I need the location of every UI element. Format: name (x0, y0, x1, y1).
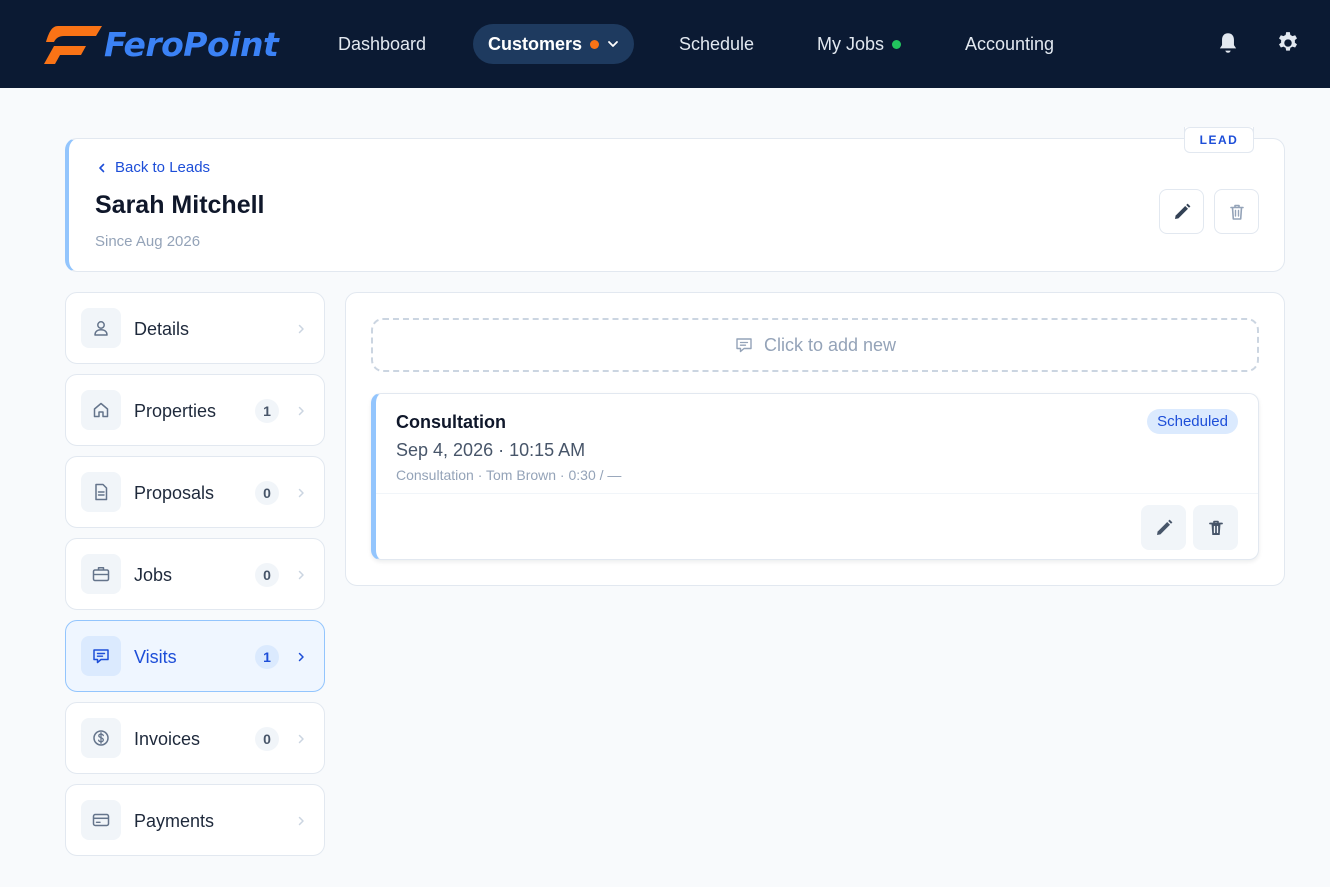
sidebar-icon-box (81, 390, 121, 430)
sidebar-item-label: Properties (134, 401, 217, 421)
brand-logo[interactable]: FeroPoint (44, 24, 279, 64)
sidebar-item-label: Visits (134, 647, 177, 667)
sidebar-icon-box (81, 308, 121, 348)
sidebar-icon-box (81, 636, 121, 676)
sidebar-item-details[interactable]: Details (65, 292, 325, 364)
brand-name: FeroPoint (104, 24, 279, 64)
sidebar-item-label: Payments (134, 811, 215, 831)
visit-datetime: Sep 4, 2026 · 10:15 AM (396, 440, 586, 460)
pencil-icon (1174, 203, 1190, 219)
nav-accounting-label: Accounting (965, 33, 1055, 54)
nav-dashboard-label: Dashboard (338, 33, 427, 54)
sidebar-item-jobs[interactable]: Jobs 0 (65, 538, 325, 610)
nav-my-jobs-status-dot (892, 39, 902, 49)
chevron-right-icon (298, 488, 304, 498)
back-link-label: Back to Leads (115, 159, 211, 176)
sidebar-icon-box (81, 554, 121, 594)
chevron-right-icon (298, 816, 304, 826)
bell-icon[interactable] (1215, 30, 1241, 56)
lead-status-badge: LEAD (1184, 127, 1254, 153)
visit-card[interactable]: Consultation Scheduled Sep 4, 2026 · 10:… (371, 393, 1259, 560)
chat-icon (736, 338, 752, 353)
nav-my-jobs-label: My Jobs (817, 33, 885, 54)
brand-logo-mark-icon (44, 26, 102, 64)
nav-schedule[interactable]: Schedule (664, 24, 769, 64)
nav-customers[interactable]: Customers (473, 24, 634, 64)
sidebar-item-label: Jobs (134, 565, 173, 585)
add-new-label: Click to add new (763, 334, 897, 355)
chevron-right-icon (298, 406, 304, 416)
sidebar-icon-box (81, 718, 121, 758)
chevron-down-icon (608, 41, 618, 47)
briefcase-icon (92, 567, 110, 582)
sidebar-item-label: Invoices (134, 729, 201, 749)
document-icon (95, 483, 108, 501)
add-new-visit-button[interactable]: Click to add new (371, 318, 1259, 372)
sidebar-icon-box (81, 800, 121, 840)
sidebar-item-count: 1 (255, 399, 279, 423)
gear-icon[interactable] (1275, 30, 1301, 56)
delete-visit-button[interactable] (1193, 505, 1238, 550)
chevron-right-icon (298, 652, 304, 662)
sidebar-item-payments[interactable]: Payments (65, 784, 325, 856)
chevron-right-icon (298, 734, 304, 744)
chevron-left-icon (99, 163, 105, 172)
nav-customers-label: Customers (488, 33, 583, 54)
card-icon (92, 813, 110, 827)
sidebar-item-invoices[interactable]: Invoices 0 (65, 702, 325, 774)
nav-customers-notification-dot (590, 39, 600, 49)
sidebar-icon-box (81, 472, 121, 512)
home-icon (93, 402, 109, 418)
nav-accounting[interactable]: Accounting (950, 24, 1069, 64)
trash-icon (1208, 520, 1223, 535)
edit-visit-button[interactable] (1141, 505, 1186, 550)
visit-status-badge: Scheduled (1147, 409, 1238, 434)
chevron-right-icon (298, 324, 304, 334)
customer-header-card: LEAD Back to Leads Sarah Mitchell Since … (65, 127, 1285, 272)
pencil-icon (1156, 519, 1172, 535)
chat-icon (93, 649, 109, 664)
sidebar-item-label: Details (134, 319, 190, 339)
visits-panel: Click to add new Consultation Scheduled … (345, 292, 1285, 586)
sidebar-item-count: 0 (255, 563, 279, 587)
delete-customer-button[interactable] (1214, 189, 1259, 234)
back-to-leads-link[interactable]: Back to Leads (97, 159, 210, 176)
visit-meta: Consultation · Tom Brown · 0:30 / — (396, 467, 622, 483)
sidebar-item-count: 1 (255, 645, 279, 669)
edit-customer-button[interactable] (1159, 189, 1204, 234)
visit-title: Consultation (396, 412, 506, 432)
nav-dashboard[interactable]: Dashboard (323, 24, 441, 64)
sidebar-item-visits[interactable]: Visits 1 (65, 620, 325, 692)
customer-name: Sarah Mitchell (95, 191, 265, 219)
visit-card-divider (376, 493, 1258, 494)
sidebar-item-count: 0 (255, 481, 279, 505)
nav-schedule-label: Schedule (679, 33, 755, 54)
sidebar-item-label: Proposals (134, 483, 215, 503)
sidebar-item-properties[interactable]: Properties 1 (65, 374, 325, 446)
chevron-right-icon (298, 570, 304, 580)
trash-icon (1229, 204, 1244, 220)
customer-since: Since Aug 2026 (95, 233, 201, 250)
top-navbar: FeroPoint Dashboard Customers Schedule M… (0, 0, 1330, 88)
dollar-icon (93, 730, 109, 746)
sidebar-item-count: 0 (255, 727, 279, 751)
nav-my-jobs[interactable]: My Jobs (802, 24, 916, 64)
user-icon (94, 321, 108, 336)
sidebar-item-proposals[interactable]: Proposals 0 (65, 456, 325, 528)
